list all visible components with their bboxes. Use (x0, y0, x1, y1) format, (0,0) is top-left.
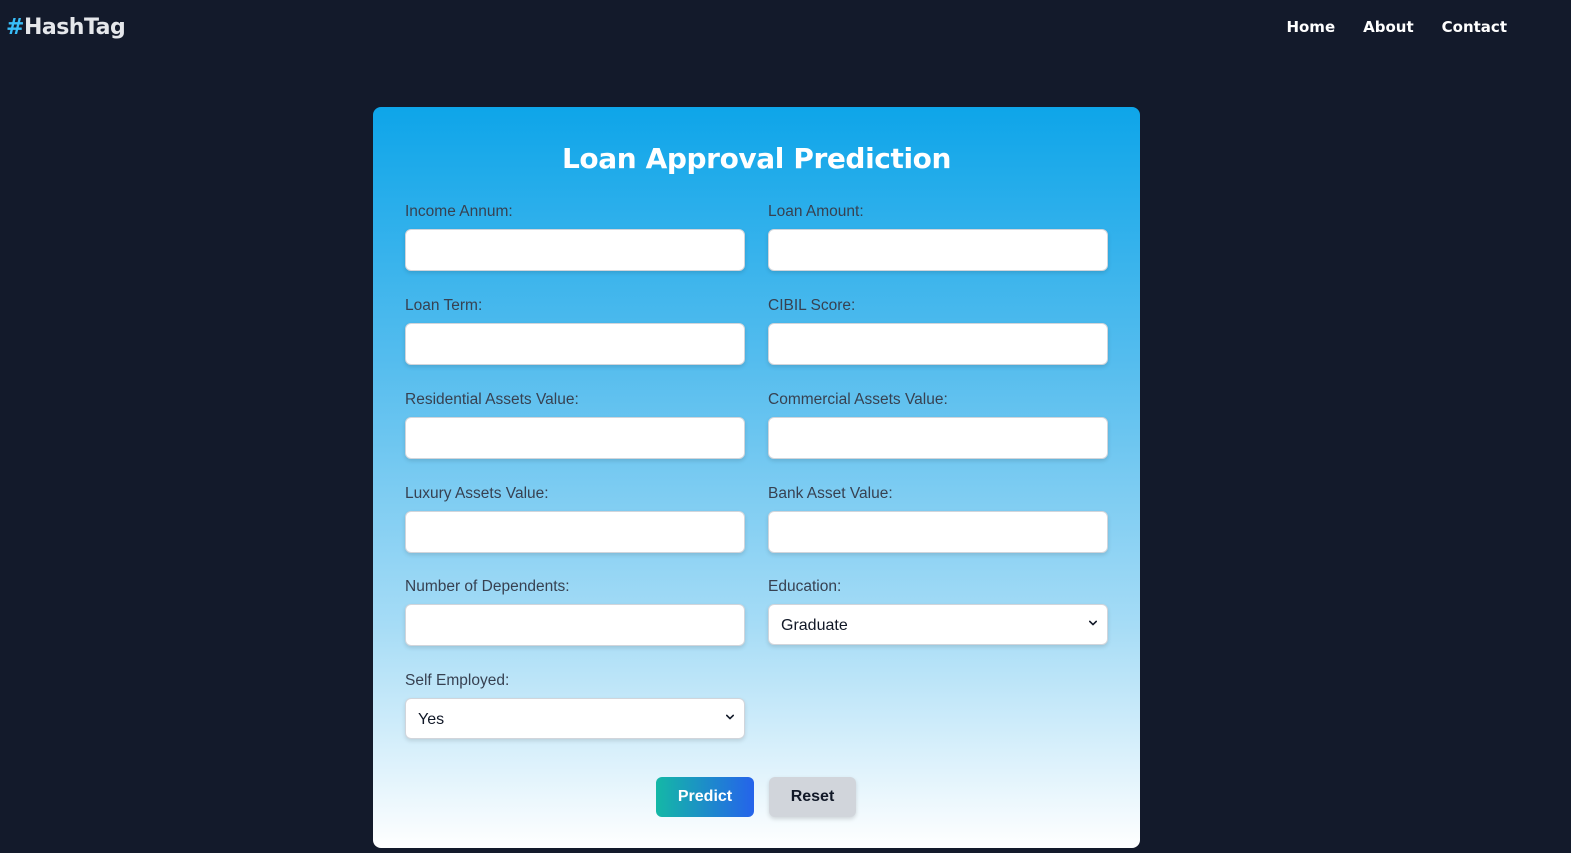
reset-button[interactable]: Reset (769, 777, 856, 817)
cibil-score-input[interactable] (768, 323, 1108, 365)
income-annum-input[interactable] (405, 229, 745, 271)
field-loan-amount: Loan Amount: (768, 202, 1108, 271)
bank-asset-label: Bank Asset Value: (768, 485, 893, 502)
field-bank-asset: Bank Asset Value: (768, 484, 1108, 553)
loan-form-card: Loan Approval Prediction Income Annum: L… (373, 107, 1140, 848)
field-loan-term: Loan Term: (405, 296, 745, 365)
loan-amount-input[interactable] (768, 229, 1108, 271)
chevron-down-icon (726, 714, 734, 720)
education-label: Education: (768, 578, 842, 595)
residential-assets-input[interactable] (405, 417, 745, 459)
luxury-assets-input[interactable] (405, 511, 745, 553)
cibil-score-label: CIBIL Score: (768, 297, 856, 314)
self-employed-label: Self Employed: (405, 672, 510, 689)
residential-assets-label: Residential Assets Value: (405, 391, 579, 408)
field-residential-assets: Residential Assets Value: (405, 390, 745, 459)
loan-term-label: Loan Term: (405, 297, 483, 314)
nav-links: Home About Contact (1286, 17, 1507, 37)
field-luxury-assets: Luxury Assets Value: (405, 484, 745, 553)
brand-name: HashTag (23, 15, 126, 40)
field-commercial-assets: Commercial Assets Value: (768, 390, 1108, 459)
predict-button[interactable]: Predict (656, 777, 754, 817)
nav-link-home[interactable]: Home (1286, 17, 1335, 37)
education-selected-value: Graduate (781, 617, 848, 634)
brand-logo[interactable]: #HashTag (6, 13, 126, 43)
nav-link-about[interactable]: About (1363, 17, 1414, 37)
field-dependents: Number of Dependents: (405, 577, 745, 646)
field-income-annum: Income Annum: (405, 202, 745, 271)
field-education: Education: Graduate (768, 577, 1108, 645)
self-employed-select[interactable]: Yes (405, 698, 745, 739)
nav-link-contact[interactable]: Contact (1442, 17, 1507, 37)
brand-hash: # (6, 15, 24, 40)
loan-amount-label: Loan Amount: (768, 203, 864, 220)
income-annum-label: Income Annum: (405, 203, 513, 220)
commercial-assets-input[interactable] (768, 417, 1108, 459)
form-title: Loan Approval Prediction (561, 142, 952, 175)
navbar: #HashTag Home About Contact (0, 0, 1571, 56)
dependents-input[interactable] (405, 604, 745, 646)
luxury-assets-label: Luxury Assets Value: (405, 485, 549, 502)
self-employed-selected-value: Yes (418, 711, 445, 728)
loan-term-input[interactable] (405, 323, 745, 365)
commercial-assets-label: Commercial Assets Value: (768, 391, 948, 408)
dependents-label: Number of Dependents: (405, 578, 570, 595)
education-select[interactable]: Graduate (768, 604, 1108, 645)
field-self-employed: Self Employed: Yes (405, 671, 745, 739)
bank-asset-input[interactable] (768, 511, 1108, 553)
chevron-down-icon (1089, 620, 1097, 626)
field-cibil-score: CIBIL Score: (768, 296, 1108, 365)
